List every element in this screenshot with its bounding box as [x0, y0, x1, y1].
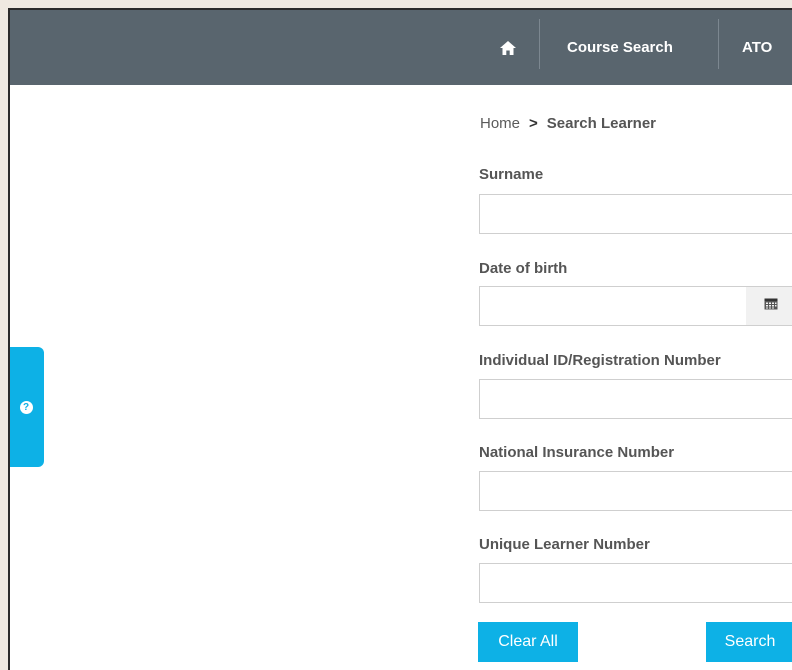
calendar-button[interactable]	[746, 286, 792, 326]
ni-number-input[interactable]	[479, 471, 792, 511]
nav-divider	[718, 19, 719, 69]
nav-item-course-search[interactable]: Course Search	[567, 10, 673, 85]
breadcrumb-separator: >	[529, 115, 538, 132]
top-navigation-bar: Course Search ATO	[10, 10, 792, 85]
nav-item-ato[interactable]: ATO	[742, 10, 772, 85]
calendar-icon	[764, 297, 778, 315]
home-icon[interactable]	[499, 10, 517, 85]
question-circle-icon: ?	[19, 400, 33, 414]
dob-label: Date of birth	[479, 260, 568, 277]
uln-input[interactable]	[479, 563, 792, 603]
surname-label: Surname	[479, 166, 544, 183]
browser-frame: Course Search ATO ? Home > Search Learner …	[8, 8, 792, 670]
ni-number-label: National Insurance Number	[479, 444, 675, 461]
breadcrumb-current: Search Learner	[546, 115, 657, 132]
surname-input[interactable]	[479, 194, 792, 234]
individual-id-label: Individual ID/Registration Number	[479, 352, 721, 369]
help-tab[interactable]: ?	[10, 347, 44, 467]
clear-all-button[interactable]: Clear All	[478, 622, 578, 662]
individual-id-input[interactable]	[479, 379, 792, 419]
nav-divider	[539, 19, 540, 69]
uln-label: Unique Learner Number	[479, 536, 650, 553]
dob-input[interactable]	[479, 286, 747, 326]
breadcrumb: Home > Search Learner	[480, 115, 656, 132]
search-button[interactable]: Search	[706, 622, 792, 662]
breadcrumb-home-link[interactable]: Home	[480, 115, 520, 132]
